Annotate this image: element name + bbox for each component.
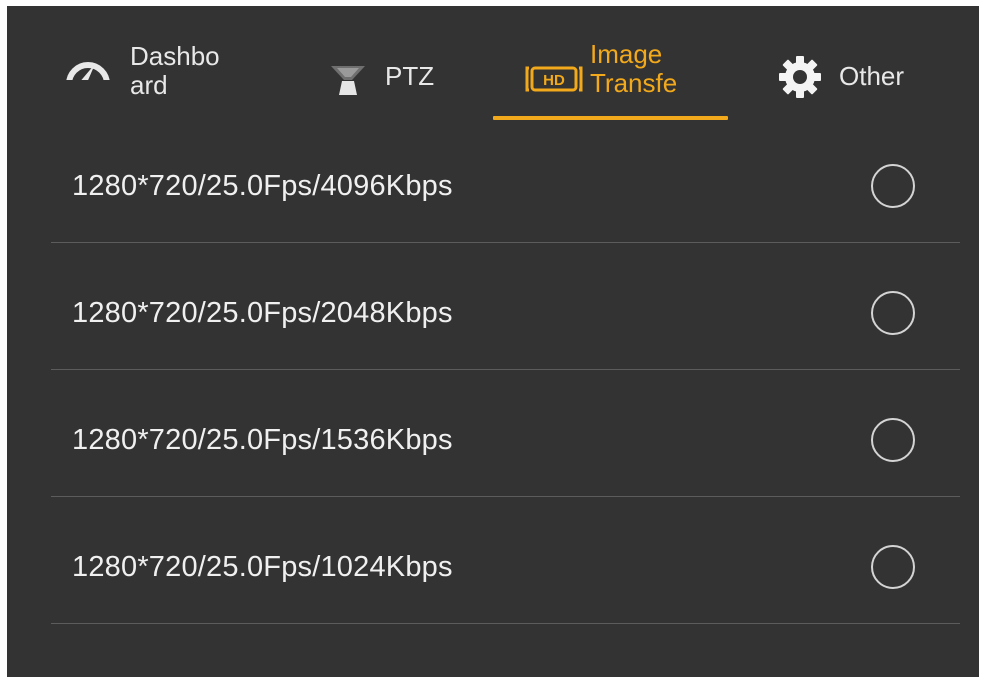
bitrate-option-4096[interactable]: 1280*720/25.0Fps/4096Kbps: [7, 124, 979, 251]
bitrate-option-2048[interactable]: 1280*720/25.0Fps/2048Kbps: [7, 251, 979, 378]
option-label: 1280*720/25.0Fps/1024Kbps: [72, 551, 453, 583]
gear-icon: [777, 54, 823, 105]
svg-text:HD: HD: [543, 72, 565, 89]
tab-bar: Dashbo ard PTZ HD Image Transfe Other: [7, 6, 979, 124]
active-tab-indicator: [493, 116, 728, 120]
option-label: 1280*720/25.0Fps/1536Kbps: [72, 424, 453, 456]
tab-other[interactable]: Other: [777, 36, 947, 122]
divider: [51, 623, 960, 624]
bitrate-option-1536[interactable]: 1280*720/25.0Fps/1536Kbps: [7, 378, 979, 505]
radio-button[interactable]: [871, 164, 915, 208]
tab-image-transfer[interactable]: HD Image Transfe: [493, 36, 728, 122]
tab-image-transfer-label: Image Transfe: [590, 39, 678, 98]
divider: [51, 496, 960, 497]
divider: [51, 242, 960, 243]
radio-button[interactable]: [871, 545, 915, 589]
tab-ptz[interactable]: PTZ: [327, 36, 457, 122]
bitrate-option-1024[interactable]: 1280*720/25.0Fps/1024Kbps: [7, 505, 979, 632]
tab-dashboard-label: Dashbo ard: [130, 41, 220, 100]
tab-ptz-label: PTZ: [385, 61, 435, 91]
gimbal-icon: [327, 64, 369, 101]
tab-other-label: Other: [839, 61, 905, 91]
divider: [51, 369, 960, 370]
settings-panel: Dashbo ard PTZ HD Image Transfe Other 12…: [7, 6, 979, 677]
tab-dashboard[interactable]: Dashbo ard: [64, 36, 264, 122]
option-label: 1280*720/25.0Fps/2048Kbps: [72, 297, 453, 329]
speedometer-icon: [64, 54, 112, 91]
radio-button[interactable]: [871, 418, 915, 462]
radio-button[interactable]: [871, 291, 915, 335]
option-label: 1280*720/25.0Fps/4096Kbps: [72, 170, 453, 202]
hd-icon: HD: [525, 64, 583, 99]
